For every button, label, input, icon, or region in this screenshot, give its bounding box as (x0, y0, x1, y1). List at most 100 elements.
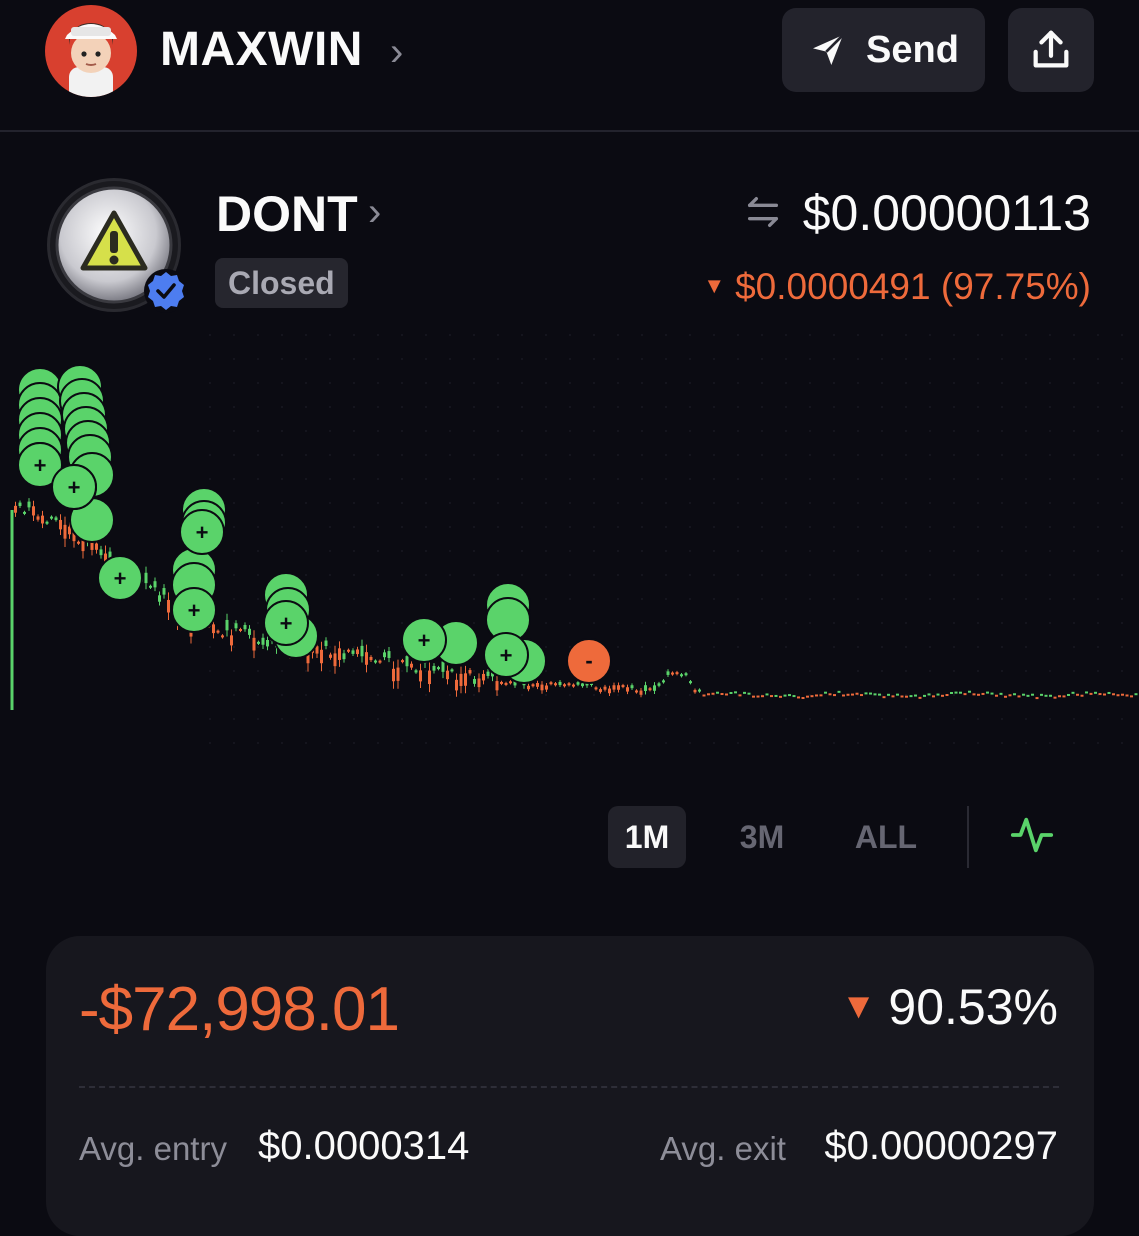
pnl-value: -$72,998.01 (79, 975, 400, 1044)
candle (527, 685, 530, 690)
grid-dot (929, 454, 931, 456)
candle (941, 694, 944, 697)
grid-dot (737, 718, 739, 720)
candle (833, 694, 836, 697)
token-name[interactable]: DONT (216, 185, 358, 243)
grid-dot (521, 406, 523, 408)
grid-dot (617, 622, 619, 624)
grid-dot (761, 550, 763, 552)
grid-dot (1025, 622, 1027, 624)
grid-dot (1049, 622, 1051, 624)
candle (59, 519, 62, 530)
grid-dot (257, 598, 259, 600)
candle (1026, 694, 1030, 697)
price-chart[interactable]: + + + + + + + + - (0, 325, 1139, 765)
candle (1125, 694, 1129, 697)
grid-dot (281, 742, 283, 744)
swap-icon[interactable] (742, 192, 784, 232)
candle (167, 599, 170, 613)
pulse-icon[interactable] (1007, 812, 1057, 858)
grid-dot (761, 742, 763, 744)
grid-dot (1097, 718, 1099, 720)
pnl-percent-value: 90.53% (888, 979, 1058, 1035)
send-button[interactable]: Send (782, 8, 985, 92)
candle (495, 681, 499, 691)
avg-exit-value: $0.00000297 (824, 1124, 1058, 1168)
grid-dot (1049, 430, 1051, 432)
candle (698, 689, 701, 692)
grid-dot (329, 406, 331, 408)
candle (410, 663, 413, 668)
grid-dot (281, 694, 283, 696)
grid-dot (401, 670, 403, 672)
grid-dot (977, 454, 979, 456)
grid-dot (1073, 358, 1075, 360)
grid-dot (977, 670, 979, 672)
share-button[interactable] (1008, 8, 1094, 92)
grid-dot (713, 646, 715, 648)
candle (1116, 694, 1120, 697)
chevron-right-icon[interactable]: › (368, 190, 381, 235)
candle (77, 541, 80, 544)
grid-dot (305, 574, 307, 576)
grid-dot (305, 334, 307, 336)
grid-dot (449, 550, 451, 552)
grid-dot (593, 550, 595, 552)
grid-dot (881, 478, 883, 480)
grid-dot (617, 598, 619, 600)
grid-dot (425, 718, 427, 720)
grid-dot (1097, 646, 1099, 648)
grid-dot (209, 382, 211, 384)
candle (860, 694, 863, 697)
grid-dot (617, 550, 619, 552)
grid-dot (281, 406, 283, 408)
grid-dot (281, 454, 283, 456)
candle (770, 695, 773, 698)
grid-dot (1049, 478, 1051, 480)
grid-dot (881, 622, 883, 624)
range-3m[interactable]: 3M (722, 806, 802, 868)
grid-dot (1049, 526, 1051, 528)
user-name[interactable]: MAXWIN (160, 22, 363, 77)
grid-dot (713, 598, 715, 600)
grid-dot (785, 718, 787, 720)
avatar[interactable] (45, 5, 137, 97)
candle (486, 671, 490, 676)
grid-dot (881, 742, 883, 744)
candle (846, 693, 850, 696)
grid-dot (593, 574, 595, 576)
candle (617, 685, 620, 690)
grid-dot (233, 670, 235, 672)
candle (477, 678, 481, 688)
candle (225, 619, 229, 631)
candle (356, 649, 359, 655)
grid-dot (473, 478, 475, 480)
grid-dot (689, 526, 691, 528)
range-1m[interactable]: 1M (608, 806, 686, 868)
grid-dot (641, 358, 643, 360)
grid-dot (329, 478, 331, 480)
candle (1085, 691, 1088, 694)
grid-dot (209, 406, 211, 408)
buy-marker-label: + (418, 628, 431, 653)
grid-dot (857, 718, 859, 720)
grid-dot (473, 574, 475, 576)
grid-dot (953, 574, 955, 576)
grid-dot (353, 694, 355, 696)
grid-dot (1121, 622, 1123, 624)
grid-dot (1097, 526, 1099, 528)
grid-dot (449, 718, 451, 720)
range-all[interactable]: ALL (844, 806, 928, 868)
grid-dot (665, 622, 667, 624)
candle (1058, 695, 1061, 698)
grid-dot (473, 502, 475, 504)
grid-dot (305, 406, 307, 408)
grid-dot (353, 478, 355, 480)
chevron-right-icon[interactable]: › (390, 30, 403, 75)
grid-dot (569, 598, 571, 600)
grid-dot (593, 526, 595, 528)
grid-dot (809, 454, 811, 456)
grid-dot (233, 742, 235, 744)
grid-dot (233, 382, 235, 384)
grid-dot (593, 742, 595, 744)
